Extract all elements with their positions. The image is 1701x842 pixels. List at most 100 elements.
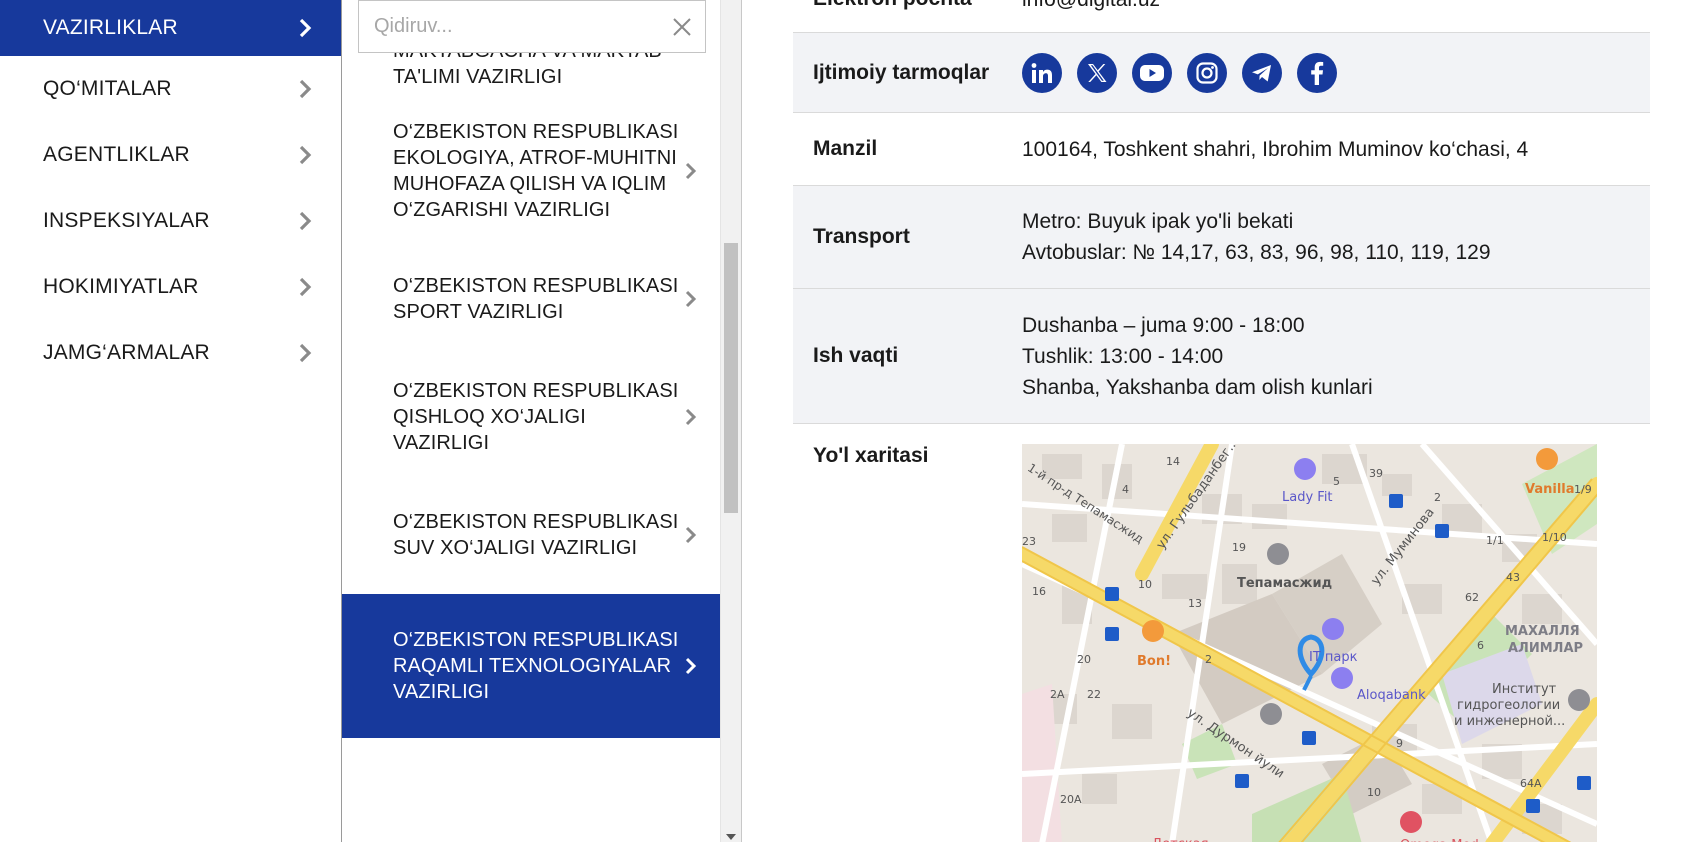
house-number: 1/9 <box>1574 483 1592 496</box>
instagram-icon[interactable] <box>1187 52 1227 93</box>
row-key: Transport <box>813 225 910 248</box>
house-number: 5 <box>1333 475 1340 488</box>
house-number: 1/1 <box>1486 534 1504 547</box>
map-label: АЛИМЛАР <box>1508 641 1584 656</box>
transport-row: Transport Metro: Buyuk ipak yo'li bekati… <box>793 186 1650 289</box>
house-number: 39 <box>1369 467 1383 480</box>
ministry-label: O‘zbekiston Respublikasi Sport vazirligi <box>393 275 679 323</box>
house-number: 2 <box>1434 491 1441 504</box>
sidebar-item-label: HOKIMIYATLAR <box>43 275 199 298</box>
sidebar-item-label: VAZIRLIKLAR <box>43 15 178 39</box>
search-input[interactable] <box>359 15 659 38</box>
map-label: и инженерной... <box>1454 714 1566 729</box>
house-number: 2A <box>1050 688 1065 701</box>
map-row: Yo'l xaritasi Lady Fit Vanilla Тепамасжи… <box>793 424 1650 842</box>
chevron-right-icon <box>297 144 313 166</box>
telegram-icon[interactable] <box>1242 52 1282 93</box>
details-panel: Elektron pochta info@digital.uz Ijtimoiy… <box>743 0 1701 842</box>
map-label: Vanilla <box>1525 482 1575 497</box>
chevron-right-icon <box>683 160 699 182</box>
facebook-icon[interactable] <box>1297 52 1337 93</box>
list-item-active[interactable]: O‘zbekiston Respublikasi Raqamli texnolo… <box>342 594 721 738</box>
search-box <box>358 0 706 53</box>
row-key: Yo'l xaritasi <box>813 444 929 467</box>
ministry-label: O‘zbekiston Respublikasi Ekologiya, atro… <box>393 121 679 221</box>
ministry-label: O‘zbekiston Respublikasi Suv xo‘jaligi v… <box>393 511 679 559</box>
sidebar-item-inspeksiyalar[interactable]: INSPEKSIYALAR <box>0 188 341 254</box>
x-twitter-icon[interactable] <box>1077 52 1117 93</box>
row-key: Elektron pochta <box>793 0 1022 32</box>
address-row: Manzil 100164, Toshkent shahri, Ibrohim … <box>793 113 1650 186</box>
house-number: 2 <box>1205 653 1212 666</box>
house-number: 10 <box>1138 578 1152 591</box>
ministry-list-panel: Maktabgacha va maktab ta'limi vazirligi … <box>342 0 742 842</box>
map-label: Bon! <box>1137 654 1172 669</box>
hours-weekend: Shanba, Yakshanba dam olish kunlari <box>1022 375 1373 399</box>
social-row: Ijtimoiy tarmoqlar <box>793 33 1650 113</box>
hours-weekdays: Dushanba – juma 9:00 - 18:00 <box>1022 313 1305 337</box>
chevron-right-icon <box>297 342 313 364</box>
house-number: 6 <box>1477 639 1484 652</box>
house-number: 9 <box>1396 737 1403 750</box>
house-number: 1/10 <box>1542 531 1567 544</box>
sidebar-item-qomitalar[interactable]: QO‘MITALAR <box>0 56 341 122</box>
house-number: 13 <box>1188 597 1202 610</box>
house-number: 4 <box>1122 483 1129 496</box>
map-label: Тепамасжид <box>1237 576 1333 591</box>
house-number: 10 <box>1367 786 1381 799</box>
details-table: Elektron pochta info@digital.uz Ijtimoiy… <box>793 0 1650 842</box>
list-item[interactable]: O‘zbekiston Respublikasi Ekologiya, atro… <box>342 102 721 240</box>
ministry-label: O‘zbekiston Respublikasi Qishloq xo‘jali… <box>393 380 679 454</box>
youtube-icon[interactable] <box>1132 52 1172 93</box>
map-label: IT парк <box>1309 650 1358 665</box>
social-links <box>1022 52 1650 93</box>
address-value: 100164, Toshkent shahri, Ibrohim Muminov… <box>1022 137 1529 161</box>
map-label: Детская... <box>1152 829 1221 842</box>
transport-bus: Avtobuslar: № 14,17, 63, 83, 96, 98, 110… <box>1022 241 1491 264</box>
close-icon[interactable] <box>659 1 705 52</box>
hours-row: Ish vaqti Dushanba – juma 9:00 - 18:00 T… <box>793 289 1650 424</box>
hours-lunch: Tushlik: 13:00 - 14:00 <box>1022 344 1224 368</box>
route-map[interactable]: Lady Fit Vanilla Тепамасжид Bon! IT парк… <box>1022 444 1597 842</box>
sidebar-item-agentliklar[interactable]: AGENTLIKLAR <box>0 122 341 188</box>
sidebar-item-label: AGENTLIKLAR <box>43 143 190 166</box>
category-sidebar: VAZIRLIKLAR QO‘MITALAR AGENTLIKLAR INSPE… <box>0 0 342 842</box>
list-item[interactable]: O‘zbekiston Respublikasi Sport vazirligi <box>342 240 721 358</box>
scroll-down-arrow-icon[interactable] <box>726 834 736 840</box>
chevron-right-icon <box>297 210 313 232</box>
house-number: 62 <box>1465 591 1479 604</box>
chevron-right-icon <box>297 78 313 100</box>
house-number: 22 <box>1087 688 1101 701</box>
row-key: Manzil <box>813 137 878 160</box>
scrollbar-thumb[interactable] <box>724 243 738 513</box>
ministry-list: Maktabgacha va maktab ta'limi vazirligi … <box>342 0 721 738</box>
chevron-right-icon <box>683 288 699 310</box>
list-item[interactable]: O‘zbekiston Respublikasi Suv xo‘jaligi v… <box>342 476 721 594</box>
house-number: 23 <box>1022 535 1036 548</box>
house-number: 16 <box>1032 585 1046 598</box>
house-number: 14 <box>1166 455 1180 468</box>
email-link[interactable]: info@digital.uz <box>1022 0 1650 32</box>
linkedin-icon[interactable] <box>1022 52 1062 93</box>
map-label: Lady Fit <box>1282 490 1333 505</box>
chevron-right-icon <box>297 17 313 39</box>
map-label: Aloqabank <box>1357 688 1426 703</box>
map-label: Omega Med <box>1400 830 1479 842</box>
chevron-right-icon <box>297 276 313 298</box>
sidebar-item-jamgarmalar[interactable]: JAMG‘ARMALAR <box>0 320 341 386</box>
sidebar-item-label: QO‘MITALAR <box>43 77 172 100</box>
chevron-right-icon <box>683 655 699 677</box>
chevron-right-icon <box>683 406 699 428</box>
sidebar-item-vazirliklar[interactable]: VAZIRLIKLAR <box>0 0 341 56</box>
house-number: 64A <box>1520 777 1542 790</box>
list-item[interactable]: O‘zbekiston Respublikasi Qishloq xo‘jali… <box>342 358 721 476</box>
sidebar-item-label: JAMG‘ARMALAR <box>43 341 210 364</box>
scrollbar[interactable] <box>720 0 741 842</box>
chevron-right-icon <box>683 524 699 546</box>
sidebar-item-hokimiyatlar[interactable]: HOKIMIYATLAR <box>0 254 341 320</box>
row-key: Ijtimoiy tarmoqlar <box>813 60 990 84</box>
ministry-label: O‘zbekiston Respublikasi Raqamli texnolo… <box>393 629 679 703</box>
house-number: 20A <box>1060 793 1082 806</box>
house-number: 20 <box>1077 653 1091 666</box>
house-number: 43 <box>1506 571 1520 584</box>
